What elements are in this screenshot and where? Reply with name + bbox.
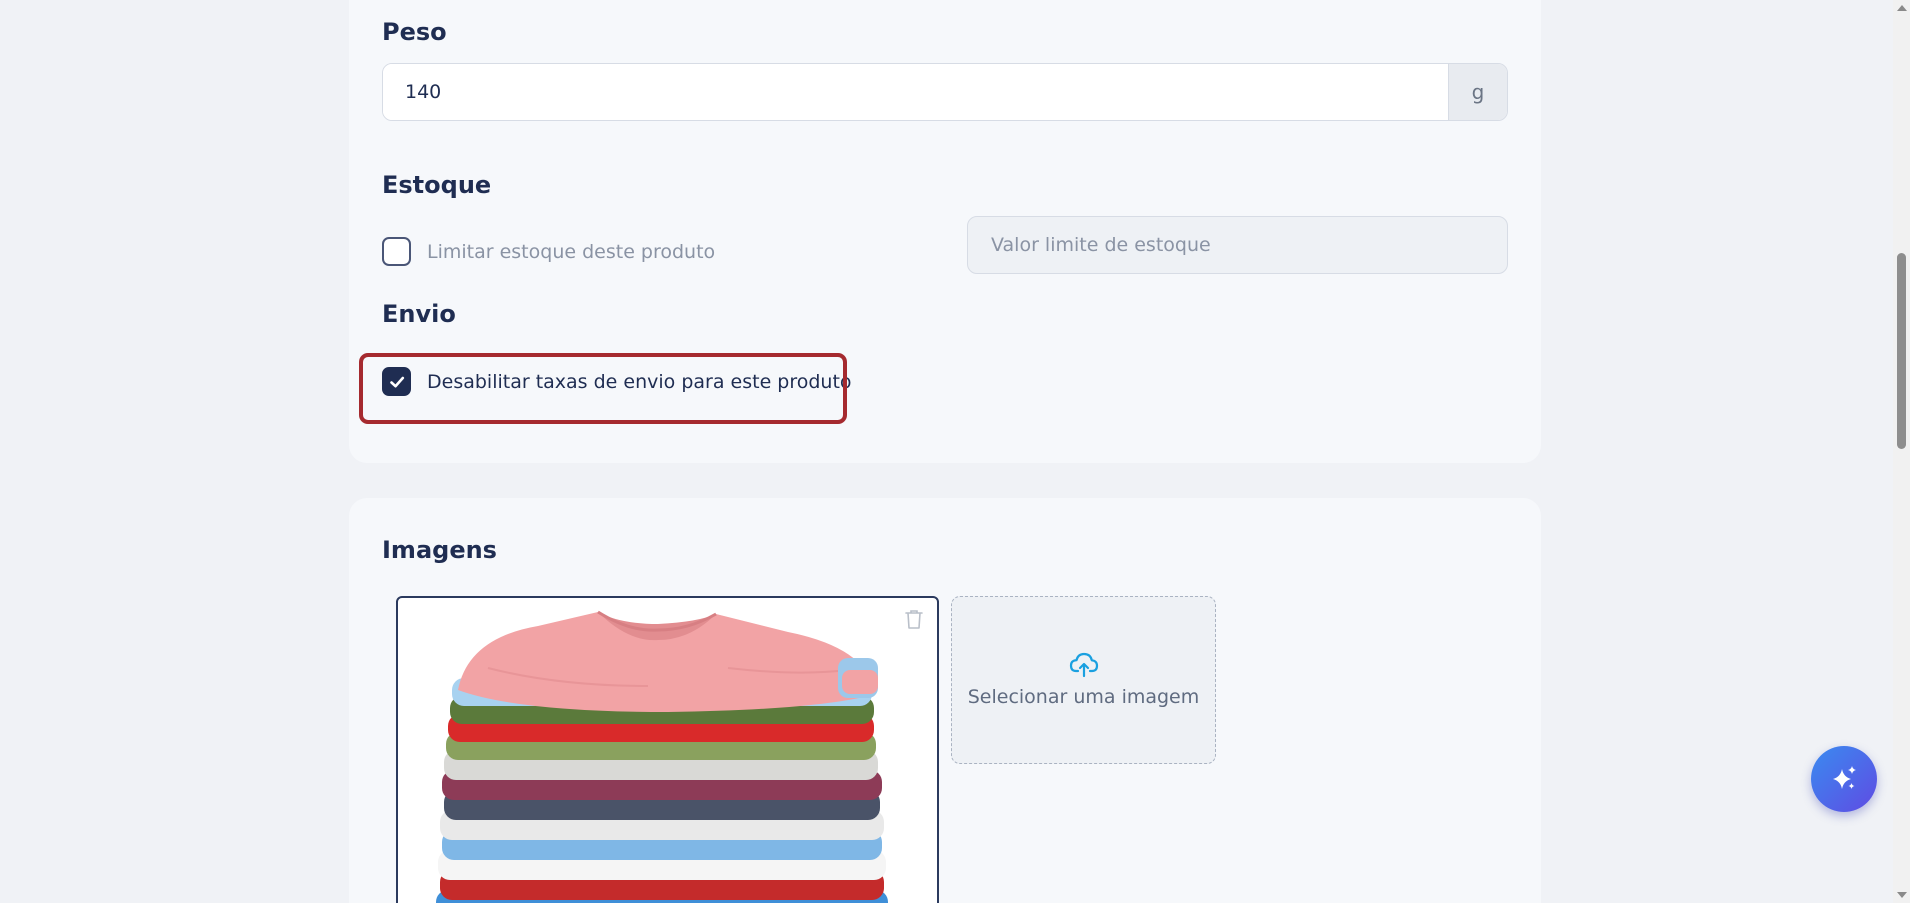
scroll-down-arrow[interactable] [1897, 892, 1907, 898]
sparkles-icon [1833, 766, 1856, 789]
weight-input[interactable] [383, 64, 1448, 120]
limit-stock-checkbox[interactable] [382, 237, 411, 266]
limit-stock-label: Limitar estoque deste produto [427, 240, 716, 263]
weight-input-group: g [382, 63, 1508, 121]
upload-image-button[interactable]: Selecionar uma imagem [951, 596, 1216, 764]
disable-shipping-fees-checkbox-row[interactable]: Desabilitar taxas de envio para este pro… [382, 367, 852, 396]
disable-shipping-fees-checkbox[interactable] [382, 367, 411, 396]
ai-assistant-button[interactable] [1811, 746, 1877, 812]
scroll-up-arrow[interactable] [1897, 5, 1907, 11]
limit-stock-checkbox-row[interactable]: Limitar estoque deste produto [382, 237, 715, 266]
upload-image-label: Selecionar uma imagem [967, 686, 1200, 708]
disable-shipping-fees-label: Desabilitar taxas de envio para este pro… [427, 370, 852, 393]
stock-limit-input[interactable] [967, 216, 1508, 274]
t-shirt-stack-image [436, 610, 888, 903]
shipping-section-title: Envio [382, 300, 456, 328]
check-icon [389, 376, 404, 387]
trash-icon [905, 610, 923, 629]
delete-image-button[interactable] [901, 606, 927, 632]
product-image-thumbnail[interactable] [396, 596, 939, 903]
scrollbar-thumb[interactable] [1897, 253, 1906, 449]
product-settings-card: Peso g Estoque Limitar estoque deste pro… [349, 0, 1541, 463]
stock-section-title: Estoque [382, 171, 492, 199]
images-card: Imagens Selecionar uma imagem [349, 498, 1541, 903]
page: Peso g Estoque Limitar estoque deste pro… [0, 0, 1910, 903]
images-section-title: Imagens [382, 536, 497, 564]
cloud-upload-icon [1069, 652, 1098, 678]
weight-unit-addon: g [1448, 64, 1507, 120]
weight-section-title: Peso [382, 18, 447, 46]
page-scrollbar[interactable] [1893, 0, 1910, 903]
